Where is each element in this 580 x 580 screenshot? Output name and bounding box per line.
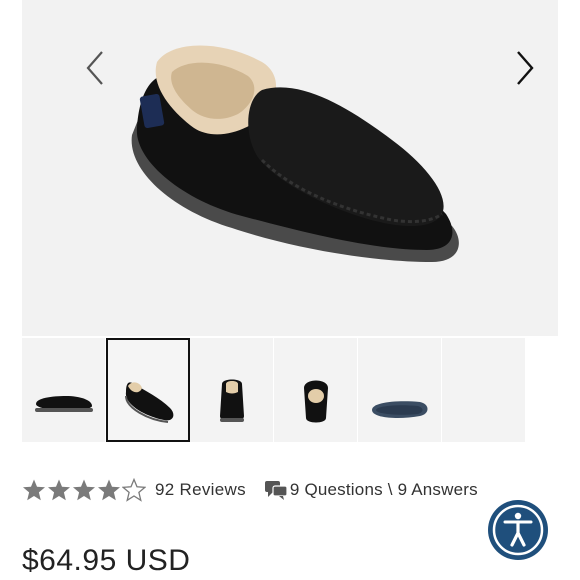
thumbnail-empty[interactable] (442, 338, 526, 442)
star-filled-icon (23, 479, 45, 501)
questions-answers-link[interactable]: 9 Questions \ 9 Answers (264, 479, 478, 501)
thumbnail-back[interactable] (190, 338, 274, 442)
star-filled-icon (98, 479, 120, 501)
slipper-sole-thumb (372, 401, 428, 418)
qa-label: 9 Questions \ 9 Answers (289, 480, 478, 499)
rating-row: 92 Reviews 9 Questions \ 9 Answers (22, 474, 562, 506)
accessibility-button[interactable] (485, 497, 551, 563)
product-main-image (22, 0, 558, 336)
slipper-side-thumb (35, 396, 93, 412)
slipper-angled-thumb (125, 382, 174, 423)
reviews-link[interactable]: 92 Reviews (155, 480, 246, 500)
thumbnail-side[interactable] (22, 338, 106, 442)
chat-bubbles-icon (264, 481, 288, 500)
next-image-button[interactable] (504, 46, 544, 90)
chevron-left-icon (86, 51, 103, 85)
thumbnail-front[interactable] (274, 338, 358, 442)
prev-image-button[interactable] (76, 46, 116, 90)
slipper-front-thumb (304, 380, 328, 423)
star-filled-icon (48, 479, 70, 501)
star-filled-icon (73, 479, 95, 501)
product-price: $64.95 USD (22, 544, 191, 577)
thumbnail-angled[interactable] (106, 338, 190, 442)
accessibility-icon (486, 498, 550, 562)
chevron-right-icon (517, 51, 534, 85)
star-rating[interactable] (22, 478, 147, 502)
thumbnail-strip (22, 338, 526, 442)
thumbnail-sole[interactable] (358, 338, 442, 442)
star-empty-icon (122, 478, 146, 502)
slipper-back-thumb (220, 379, 244, 422)
